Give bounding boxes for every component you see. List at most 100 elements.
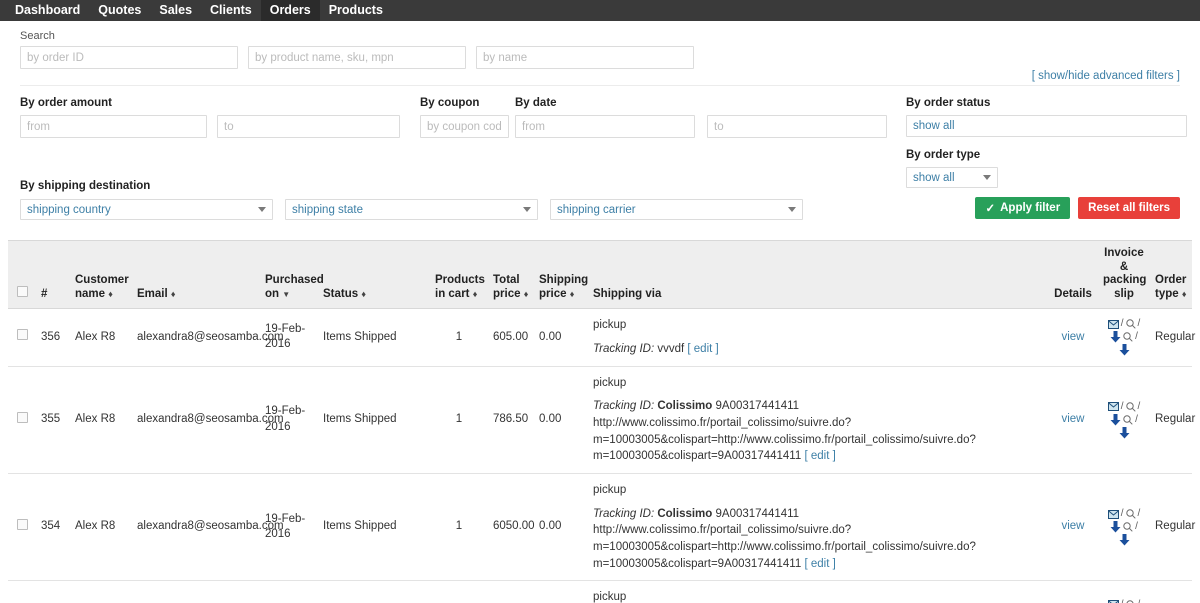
view-order-link[interactable]: view — [1061, 520, 1084, 532]
view-order-link[interactable]: view — [1061, 413, 1084, 425]
shipping-state-select[interactable]: shipping state — [285, 199, 538, 220]
header-customer-name[interactable]: Customer name ♦ — [70, 241, 132, 309]
header-order-type[interactable]: Order type ♦ — [1150, 241, 1192, 309]
by-shipping-destination-label: By shipping destination — [20, 180, 975, 192]
search-order-id-input[interactable] — [20, 46, 238, 69]
reset-all-filters-button[interactable]: Reset all filters — [1078, 197, 1180, 219]
download-arrow-icon[interactable] — [1119, 427, 1130, 439]
by-order-status-label: By order status — [906, 97, 1187, 109]
row-select-cell[interactable] — [8, 473, 36, 580]
envelope-icon[interactable] — [1108, 402, 1119, 411]
shipping-carrier-value: shipping carrier — [557, 204, 636, 216]
cell-order-type: Regular — [1150, 581, 1192, 603]
cell-order-id: 355 — [36, 366, 70, 473]
download-arrow-icon[interactable] — [1119, 534, 1130, 546]
select-all-checkbox[interactable] — [17, 286, 28, 297]
cell-invoice-packing-slip[interactable]: /// — [1098, 366, 1150, 473]
row-select-cell[interactable] — [8, 581, 36, 603]
cell-order-id: 354 — [36, 473, 70, 580]
row-select-cell[interactable] — [8, 309, 36, 366]
header-purchased-on[interactable]: Purchased on ▼ — [260, 241, 318, 309]
shipping-mode: pickup — [593, 482, 1043, 499]
coupon-code-input[interactable] — [420, 115, 509, 138]
header-number[interactable]: # — [36, 241, 70, 309]
envelope-icon[interactable] — [1108, 510, 1119, 519]
cell-invoice-packing-slip[interactable]: /// — [1098, 473, 1150, 580]
cell-details[interactable]: view — [1048, 366, 1098, 473]
order-type-value: show all — [913, 172, 955, 184]
shipping-country-select[interactable]: shipping country — [20, 199, 273, 220]
table-row[interactable]: 354Alex R8alexandra8@seosamba.com19-Feb-… — [8, 473, 1192, 580]
table-row[interactable]: 356Alex R8alexandra8@seosamba.com19-Feb-… — [8, 309, 1192, 366]
orders-table-header-row: # Customer name ♦ Email ♦ Purchased on ▼… — [8, 241, 1192, 309]
magnifier-icon[interactable] — [1126, 509, 1136, 519]
table-row[interactable]: 353Alex R8alexandra8@seosamba.com19-Feb-… — [8, 581, 1192, 603]
magnifier-icon[interactable] — [1123, 332, 1133, 342]
header-status[interactable]: Status ♦ — [318, 241, 430, 309]
order-amount-from-input[interactable] — [20, 115, 207, 138]
header-email[interactable]: Email ♦ — [132, 241, 260, 309]
date-from-input[interactable] — [515, 115, 695, 138]
cell-products-in-cart: 1 — [430, 309, 488, 366]
cell-invoice-packing-slip[interactable]: /// — [1098, 309, 1150, 366]
select-all-header[interactable] — [8, 241, 36, 309]
chevron-down-icon — [788, 207, 796, 212]
header-total-price[interactable]: Total price ♦ — [488, 241, 534, 309]
cell-status: Items Shipped — [318, 473, 430, 580]
order-amount-to-input[interactable] — [217, 115, 400, 138]
header-total-price-label: Total price — [493, 274, 521, 300]
envelope-icon[interactable] — [1108, 320, 1119, 329]
icon-separator: / — [1135, 522, 1138, 532]
cell-products-in-cart: 1 — [430, 366, 488, 473]
shipping-carrier-select[interactable]: shipping carrier — [550, 199, 803, 220]
row-checkbox[interactable] — [17, 329, 28, 340]
apply-filter-button[interactable]: ✓ Apply filter — [975, 197, 1070, 219]
order-status-select[interactable]: show all — [906, 115, 1187, 137]
cell-shipping-via: pickupTracking ID: vvvdf [ edit ] — [588, 309, 1048, 366]
cell-customer-name: Alex R8 — [70, 473, 132, 580]
row-select-cell[interactable] — [8, 366, 36, 473]
magnifier-icon[interactable] — [1123, 415, 1133, 425]
cell-shipping-via: pickupTracking ID: Colissimo 9A003174414… — [588, 366, 1048, 473]
magnifier-icon[interactable] — [1126, 319, 1136, 329]
header-customer-name-label: Customer name — [75, 274, 129, 300]
order-type-select[interactable]: show all — [906, 167, 998, 188]
orders-table-head: # Customer name ♦ Email ♦ Purchased on ▼… — [8, 241, 1192, 309]
row-checkbox[interactable] — [17, 412, 28, 423]
edit-tracking-link[interactable]: [ edit ] — [804, 558, 835, 570]
nav-item-products[interactable]: Products — [320, 0, 392, 21]
download-arrow-icon[interactable] — [1110, 331, 1121, 343]
tracking-label: Tracking ID: — [593, 508, 654, 520]
download-arrow-icon[interactable] — [1110, 414, 1121, 426]
magnifier-icon[interactable] — [1123, 522, 1133, 532]
date-to-input[interactable] — [707, 115, 887, 138]
cell-invoice-packing-slip[interactable]: /// — [1098, 581, 1150, 603]
search-name-input[interactable] — [476, 46, 694, 69]
header-shipping-price[interactable]: Shipping price ♦ — [534, 241, 588, 309]
row-checkbox[interactable] — [17, 519, 28, 530]
search-product-input[interactable] — [248, 46, 466, 69]
nav-item-orders[interactable]: Orders — [261, 0, 320, 21]
icon-separator: / — [1138, 319, 1141, 329]
nav-item-quotes[interactable]: Quotes — [89, 0, 150, 21]
download-arrow-icon[interactable] — [1110, 521, 1121, 533]
view-order-link[interactable]: view — [1061, 331, 1084, 343]
nav-item-dashboard[interactable]: Dashboard — [6, 0, 89, 21]
nav-item-clients[interactable]: Clients — [201, 0, 261, 21]
edit-tracking-link[interactable]: [ edit ] — [804, 450, 835, 462]
icon-separator: / — [1135, 332, 1138, 342]
cell-products-in-cart: 1 — [430, 473, 488, 580]
cell-details[interactable]: view — [1048, 581, 1098, 603]
cell-details[interactable]: view — [1048, 473, 1098, 580]
show-hide-advanced-filters-link[interactable]: [ show/hide advanced filters ] — [1032, 70, 1180, 82]
tracking-label: Tracking ID: — [593, 343, 654, 355]
icon-separator: / — [1138, 402, 1141, 412]
cell-details[interactable]: view — [1048, 309, 1098, 366]
download-arrow-icon[interactable] — [1119, 344, 1130, 356]
magnifier-icon[interactable] — [1126, 402, 1136, 412]
header-products-in-cart[interactable]: Products in cart ♦ — [430, 241, 488, 309]
nav-item-sales[interactable]: Sales — [150, 0, 201, 21]
table-row[interactable]: 355Alex R8alexandra8@seosamba.com19-Feb-… — [8, 366, 1192, 473]
edit-tracking-link[interactable]: [ edit ] — [687, 343, 718, 355]
header-status-label: Status — [323, 288, 358, 300]
